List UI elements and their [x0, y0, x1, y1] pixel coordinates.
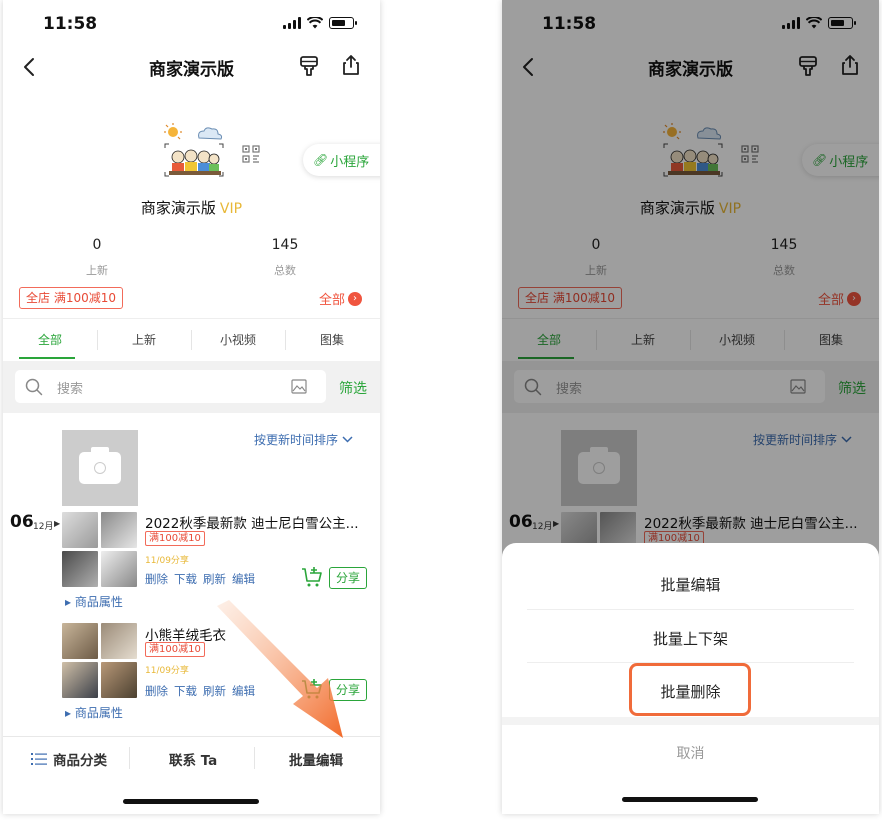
delete-link[interactable]: 删除: [145, 571, 168, 587]
wifi-icon: [307, 17, 323, 29]
product-attributes-toggle[interactable]: ▸ 商品属性: [65, 593, 123, 610]
phone-screen-right: 11:58 商家演示版 🔗︎ 小程序 商家演示版 VIP 0 上新 145 总数 …: [502, 0, 879, 814]
all-link-label: 全部: [319, 293, 346, 308]
vip-badge: VIP: [219, 201, 243, 217]
page-title: 商家演示版: [149, 60, 234, 80]
product-attributes-toggle[interactable]: ▸ 商品属性: [65, 704, 123, 721]
store-promo-badge[interactable]: 全店 满100减10: [19, 287, 123, 309]
sort-dropdown[interactable]: 按更新时间排序: [254, 431, 353, 448]
add-to-cart-icon[interactable]: [301, 566, 323, 588]
tab-new[interactable]: 上新: [97, 331, 191, 348]
chevron-right-icon: ›: [348, 291, 363, 306]
shop-name: 商家演示版: [140, 199, 216, 217]
paint-brush-icon[interactable]: [297, 54, 321, 78]
list-icon: [31, 753, 47, 765]
stat-total-value[interactable]: 145: [245, 237, 325, 253]
date-month: 12月: [33, 522, 54, 532]
sheet-gap: [502, 717, 879, 725]
share-icon[interactable]: [339, 53, 363, 77]
divider: [3, 318, 380, 319]
mini-program-label: 小程序: [330, 154, 370, 170]
qr-code-icon[interactable]: [242, 145, 260, 163]
delete-link[interactable]: 删除: [145, 683, 168, 699]
signal-icon: [283, 17, 301, 29]
shop-logo: [164, 123, 224, 177]
bottom-bar: 商品分类 联系 Ta 批量编辑: [3, 736, 380, 814]
search-placeholder: 搜索: [57, 382, 84, 397]
tab-active-indicator: [19, 357, 75, 359]
chevron-down-icon: [342, 436, 353, 443]
sheet-divider: [527, 609, 854, 610]
product-image-grid[interactable]: [62, 512, 138, 588]
product-promo-badge: 满100减10: [145, 642, 205, 657]
cancel-button[interactable]: 取消: [502, 743, 879, 763]
edit-link[interactable]: 编辑: [232, 683, 255, 699]
home-indicator: [622, 797, 758, 802]
stat-total-label: 总数: [274, 264, 296, 277]
mini-program-button[interactable]: 🔗︎ 小程序: [303, 144, 380, 176]
product-title[interactable]: 2022秋季最新款 迪士尼白雪公主...: [145, 512, 370, 532]
sort-label: 按更新时间排序: [254, 433, 339, 447]
batch-shelve-option[interactable]: 批量上下架: [502, 628, 879, 649]
product-image-grid[interactable]: [62, 623, 138, 699]
stat-new-label: 上新: [86, 264, 108, 277]
date-day: 06: [10, 512, 34, 532]
filter-button[interactable]: 筛选: [339, 378, 367, 398]
image-search-icon[interactable]: [291, 379, 307, 394]
share-button[interactable]: 分享: [329, 567, 367, 589]
batch-edit-button[interactable]: 批量编辑: [289, 749, 343, 769]
status-time: 11:58: [43, 14, 98, 34]
edit-link[interactable]: 编辑: [232, 571, 255, 587]
search-input[interactable]: 搜索: [15, 370, 326, 403]
product-actions: 删除 下载 刷新 编辑: [145, 683, 255, 699]
product-title[interactable]: 小熊羊绒毛衣: [145, 624, 370, 644]
add-to-cart-icon[interactable]: [301, 678, 323, 700]
attr-label: 商品属性: [74, 595, 123, 609]
home-indicator: [123, 799, 259, 804]
product-actions: 删除 下载 刷新 编辑: [145, 571, 255, 587]
stat-new-value[interactable]: 0: [57, 237, 137, 253]
share-button[interactable]: 分享: [329, 679, 367, 701]
phone-screen-left: 11:58 商家演示版 🔗︎ 小程序 商家演示版 VIP 0 上新 145 总数 …: [3, 0, 380, 814]
status-icons: [283, 17, 357, 29]
tab-all[interactable]: 全部: [3, 331, 97, 348]
upload-photo-placeholder[interactable]: [62, 430, 138, 506]
shop-name-row: 商家演示版 VIP: [3, 197, 380, 218]
all-coupons-link[interactable]: 全部 ›: [319, 289, 363, 308]
download-link[interactable]: 下载: [174, 571, 197, 587]
play-triangle-icon: ▶: [54, 519, 61, 528]
category-button[interactable]: 商品分类: [31, 749, 107, 769]
attr-label: 商品属性: [74, 706, 123, 720]
tab-gallery[interactable]: 图集: [285, 331, 379, 348]
refresh-link[interactable]: 刷新: [203, 571, 226, 587]
product-promo-badge: 满100减10: [145, 531, 205, 546]
share-date: 11/09分享: [145, 666, 189, 676]
refresh-link[interactable]: 刷新: [203, 683, 226, 699]
battery-icon: [329, 17, 357, 29]
search-icon: [25, 378, 43, 396]
category-label: 商品分类: [53, 753, 107, 769]
contact-button[interactable]: 联系 Ta: [169, 749, 217, 769]
tab-short-video[interactable]: 小视频: [191, 331, 285, 348]
batch-edit-option[interactable]: 批量编辑: [502, 574, 879, 595]
download-link[interactable]: 下载: [174, 683, 197, 699]
highlight-annotation: [629, 663, 751, 716]
annotation-arrow: [217, 600, 343, 738]
share-date: 11/09分享: [145, 556, 189, 566]
link-icon: 🔗︎: [313, 153, 329, 167]
